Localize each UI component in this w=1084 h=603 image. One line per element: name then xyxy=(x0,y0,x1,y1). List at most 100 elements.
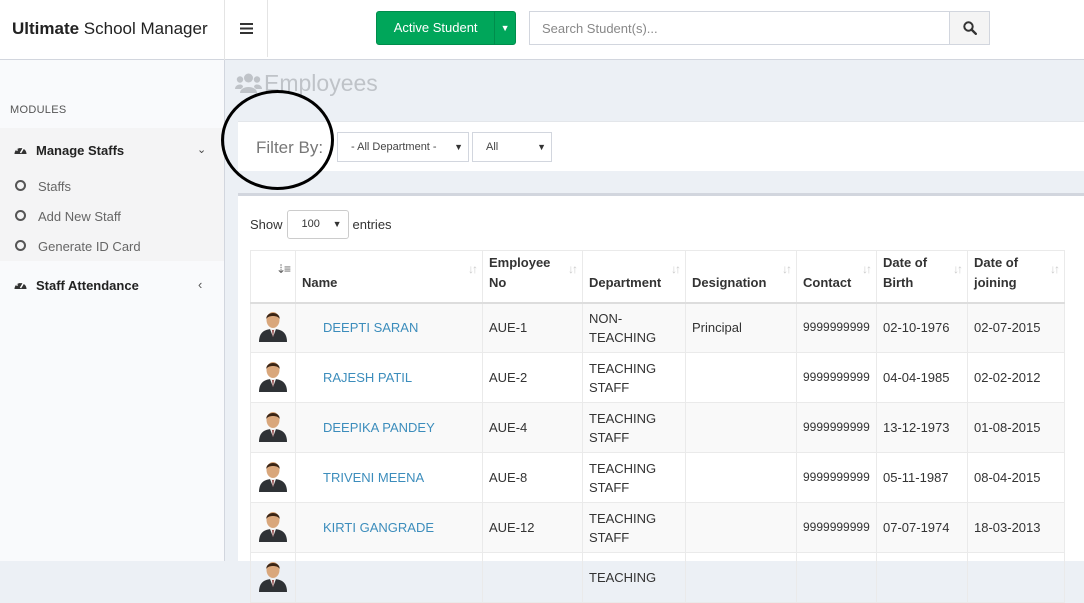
app-logo[interactable]: Ultimate School Manager xyxy=(0,0,225,60)
employee-no-cell xyxy=(482,552,583,603)
table-row: DEEPIKA PANDEY AUE-4 TEACHING STAFF 99999999… xyxy=(250,402,1065,453)
dashboard-icon xyxy=(14,146,27,154)
employee-name-cell: RAJESH PATIL xyxy=(295,352,483,403)
department-cell: TEACHING xyxy=(582,552,686,603)
employee-name-cell xyxy=(295,552,483,603)
employee-photo xyxy=(250,302,296,353)
sort-icon: ↓↑ xyxy=(1050,262,1060,276)
employee-name-link[interactable]: DEEPTI SARAN xyxy=(302,320,418,335)
active-student-label: Active Student xyxy=(393,20,478,35)
employee-name-cell: DEEPIKA PANDEY xyxy=(295,402,483,453)
active-student-button[interactable]: Active Student ▼ xyxy=(376,11,516,45)
employee-name-link[interactable]: DEEPIKA PANDEY xyxy=(302,420,435,435)
date-of-birth-cell: 05-11-1987 xyxy=(876,452,968,503)
sort-icon: ↓↑ xyxy=(468,262,478,276)
department-select[interactable]: - All Department - ▼ xyxy=(337,132,469,162)
employee-no-cell: AUE-8 xyxy=(482,452,583,503)
sidebar-subitem-label: Generate ID Card xyxy=(38,239,141,254)
menu-icon xyxy=(239,23,253,34)
circle-icon xyxy=(15,210,26,221)
column-header-department[interactable]: ↓↑ Department xyxy=(582,250,686,304)
search-icon xyxy=(962,21,977,35)
employee-table: ⇣≡ ↓↑ Name ↓↑ Employee No ↓↑ Department ↓↑ De… xyxy=(250,250,1065,603)
column-header-contact[interactable]: ↓↑ Contact xyxy=(796,250,877,304)
employee-name-cell: TRIVENI MEENA xyxy=(295,452,483,503)
table-header-row: ⇣≡ ↓↑ Name ↓↑ Employee No ↓↑ Department ↓↑ De… xyxy=(250,250,1065,304)
employee-no-cell: AUE-4 xyxy=(482,402,583,453)
contact-cell xyxy=(796,552,877,603)
dashboard-icon xyxy=(14,281,27,289)
table-row: TRIVENI MEENA AUE-8 TEACHING STAFF 999999999… xyxy=(250,452,1065,503)
chevron-down-icon: ⌄ xyxy=(197,144,207,156)
column-header-photo[interactable]: ⇣≡ xyxy=(250,250,296,304)
caret-down-icon[interactable]: ▼ xyxy=(494,12,515,44)
date-of-joining-cell: 01-08-2015 xyxy=(967,402,1065,453)
employee-photo xyxy=(250,552,296,603)
entries-select-value: 100 xyxy=(301,218,320,230)
designation-cell xyxy=(685,352,797,403)
employee-name-link[interactable]: RAJESH PATIL xyxy=(302,370,412,385)
designation-cell xyxy=(685,452,797,503)
date-of-birth-cell: 04-04-1985 xyxy=(876,352,968,403)
column-header-date-of-birth[interactable]: ↓↑ Date of Birth xyxy=(876,250,968,304)
sidebar-menu-manage-staffs: Manage Staffs ⌄ Staffs Add New Staff Gen… xyxy=(0,128,224,261)
contact-cell: 9999999999 xyxy=(796,302,877,353)
caret-down-icon: ▼ xyxy=(537,142,546,152)
department-cell: TEACHING STAFF xyxy=(582,352,686,403)
sidebar-section-label: MODULES xyxy=(10,104,67,116)
sidebar-item-staff-attendance[interactable]: Staff Attendance ‹ xyxy=(0,270,224,302)
date-of-joining-cell: 02-02-2012 xyxy=(967,352,1065,403)
column-header-name[interactable]: ↓↑ Name xyxy=(295,250,483,304)
column-header-date-of-joining[interactable]: ↓↑ Date of joining xyxy=(967,250,1065,304)
date-of-joining-cell: 08-04-2015 xyxy=(967,452,1065,503)
designation-cell xyxy=(685,552,797,603)
filter-panel: Filter By: - All Department - ▼ All ▼ xyxy=(238,121,1084,171)
sidebar-subitem-staffs[interactable]: Staffs xyxy=(0,172,224,202)
avatar-icon xyxy=(259,562,287,592)
sidebar-item-manage-staffs[interactable]: Manage Staffs ⌄ xyxy=(0,128,224,172)
chevron-left-icon: ‹ xyxy=(198,277,203,292)
employee-table-panel: Show 100 ▼ entries ⇣≡ ↓↑ Name ↓↑ Employee N… xyxy=(238,193,1084,603)
search-button[interactable] xyxy=(949,12,989,44)
column-header-designation[interactable]: ↓↑ Designation xyxy=(685,250,797,304)
avatar-icon xyxy=(259,362,287,392)
sidebar-subitem-label: Staffs xyxy=(38,179,72,194)
sort-icon: ↓↑ xyxy=(862,262,872,276)
employee-name-link[interactable]: KIRTI GANGRADE xyxy=(302,520,434,535)
entries-label: entries xyxy=(352,217,392,232)
sidebar-toggle-button[interactable] xyxy=(225,0,268,57)
department-cell: TEACHING STAFF xyxy=(582,502,686,553)
entries-control: Show 100 ▼ entries xyxy=(250,210,392,239)
contact-cell: 9999999999 xyxy=(796,352,877,403)
avatar-icon xyxy=(259,462,287,492)
table-row: DEEPTI SARAN AUE-1 NON-TEACHING Principal 99… xyxy=(250,302,1065,353)
sidebar: MODULES Manage Staffs ⌄ Staffs Add New S… xyxy=(0,60,225,561)
employee-name-link[interactable]: TRIVENI MEENA xyxy=(302,470,424,485)
employee-no-cell: AUE-2 xyxy=(482,352,583,403)
employee-photo xyxy=(250,352,296,403)
caret-down-icon: ▼ xyxy=(332,219,342,229)
date-of-birth-cell xyxy=(876,552,968,603)
sidebar-subitem-label: Add New Staff xyxy=(38,209,121,224)
designation-cell xyxy=(685,502,797,553)
sidebar-subitem-generate-id-card[interactable]: Generate ID Card xyxy=(0,232,224,262)
sort-icon: ↓↑ xyxy=(782,262,792,276)
sidebar-item-label: Manage Staffs xyxy=(36,143,125,158)
search-input[interactable] xyxy=(530,12,949,44)
employee-type-select[interactable]: All ▼ xyxy=(472,132,552,162)
contact-cell: 9999999999 xyxy=(796,452,877,503)
circle-icon xyxy=(15,180,26,191)
employee-name-link[interactable] xyxy=(302,570,323,585)
entries-select[interactable]: 100 ▼ xyxy=(286,210,349,239)
sidebar-subitem-add-new-staff[interactable]: Add New Staff xyxy=(0,202,224,232)
employee-photo xyxy=(250,402,296,453)
column-header-employee-no[interactable]: ↓↑ Employee No xyxy=(482,250,583,304)
employee-name-cell: DEEPTI SARAN xyxy=(295,302,483,353)
top-header: Ultimate School Manager Active Student ▼ xyxy=(0,0,1084,60)
table-row: TEACHING xyxy=(250,552,1065,603)
avatar-icon xyxy=(259,512,287,542)
contact-cell: 9999999999 xyxy=(796,402,877,453)
highlight-circle xyxy=(221,90,334,190)
designation-cell: Principal xyxy=(685,302,797,353)
table-row: RAJESH PATIL AUE-2 TEACHING STAFF 9999999999… xyxy=(250,352,1065,403)
